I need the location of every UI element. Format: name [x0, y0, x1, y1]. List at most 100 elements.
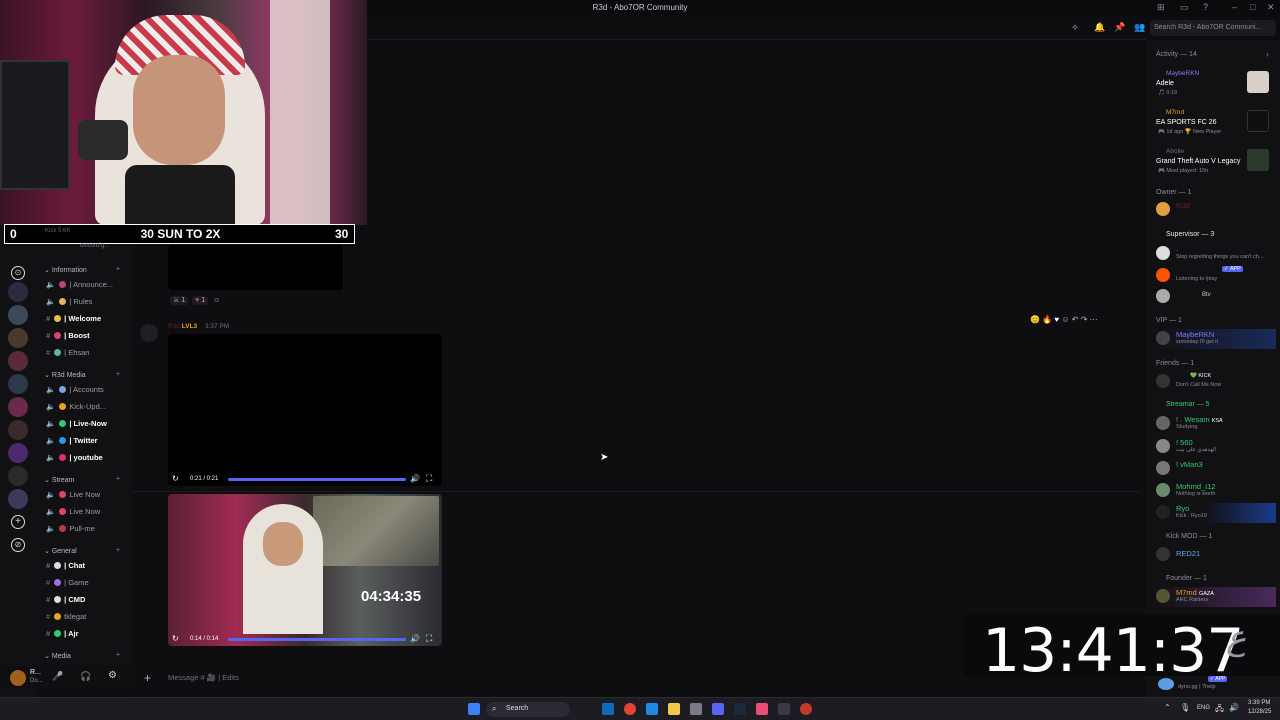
category-stream[interactable]: ⌄ Stream +	[44, 476, 120, 484]
server-icon[interactable]	[8, 282, 28, 302]
taskbar-time[interactable]: 3:39 PM	[1248, 700, 1270, 706]
edge-icon[interactable]	[646, 703, 658, 715]
server-icon[interactable]	[8, 420, 28, 440]
member-row[interactable]: MaybeRKN someday i'll get it	[1156, 329, 1276, 349]
channel-ajr[interactable]: ▸#| Ajr	[46, 629, 128, 641]
microphone-icon[interactable]: 🎤	[52, 671, 63, 682]
bell-icon[interactable]: 🔔	[1094, 22, 1105, 33]
member-row[interactable]: R3d	[1156, 200, 1276, 220]
add-reaction-icon[interactable]: ☺	[213, 297, 220, 304]
forward-icon[interactable]: ↷	[1081, 315, 1088, 324]
store-icon[interactable]	[690, 703, 702, 715]
taskbar-search[interactable]: ⌕ Search	[486, 702, 570, 717]
reply-icon[interactable]: ↶	[1072, 315, 1079, 324]
author-name[interactable]: R3d	[168, 323, 180, 330]
channel-tklegat[interactable]: # tklegat	[46, 612, 128, 624]
folder-icon[interactable]	[668, 703, 680, 715]
add-reaction-icon[interactable]: ☺	[1061, 315, 1069, 324]
pin-icon[interactable]: 📌	[1114, 22, 1125, 33]
server-icon[interactable]	[8, 351, 28, 371]
server-icon[interactable]	[8, 328, 28, 348]
video-player[interactable]	[168, 334, 442, 486]
video-progress-bar[interactable]	[228, 478, 406, 481]
heart-icon[interactable]: ♥	[1054, 315, 1059, 324]
help-icon[interactable]: ?	[1203, 2, 1208, 12]
member-row[interactable]: ✓ APP Listening to /play	[1156, 266, 1276, 286]
steam-icon[interactable]	[734, 703, 746, 715]
network-icon[interactable]: 🖧	[1215, 703, 1224, 717]
minimize-icon[interactable]: –	[1232, 2, 1237, 12]
member-row[interactable]: · Stop regretting things you can't ch...	[1156, 244, 1276, 264]
member-row[interactable]: Btv	[1156, 287, 1276, 307]
member-row[interactable]: RED21	[1156, 545, 1276, 565]
channel-youtube[interactable]: ▸🔈| youtube	[46, 453, 128, 465]
add-attachment-icon[interactable]: +	[144, 671, 151, 685]
previous-video[interactable]	[168, 245, 343, 290]
channel-welcome[interactable]: ▸#| Welcome	[46, 314, 128, 326]
search-input[interactable]: Search R3d - Abo7OR Communi...	[1150, 20, 1276, 36]
member-row[interactable]: M7md GAZA ARC Raiders	[1156, 587, 1276, 607]
video-player[interactable]	[168, 494, 442, 646]
taskbar-date[interactable]: 12/28/25	[1248, 709, 1271, 715]
member-row[interactable]: ! 560 الهدهدي على بيت	[1156, 437, 1276, 457]
member-row[interactable]: Ryo Kick : Ryo19	[1156, 503, 1276, 523]
obs-icon[interactable]	[800, 703, 812, 715]
channel-ehsan[interactable]: # | Ehsan	[46, 348, 128, 360]
avatar[interactable]	[10, 670, 26, 686]
server-icon[interactable]	[8, 443, 28, 463]
chevron-up-icon[interactable]: ⌃	[1164, 703, 1171, 712]
activity-user[interactable]: M7md	[1166, 109, 1184, 116]
app-icon[interactable]	[778, 703, 790, 715]
discord-icon[interactable]	[712, 703, 724, 715]
reaction-chip[interactable]: ♥ 1	[192, 296, 209, 305]
category-media[interactable]: ⌄ Media +	[44, 652, 120, 660]
fullscreen-icon[interactable]: ⛶	[426, 473, 432, 484]
windows-start-icon[interactable]	[468, 703, 480, 715]
channel-live-now-2[interactable]: 🔈 Live Now	[46, 507, 128, 519]
settings-gear-icon[interactable]: ⚙	[108, 670, 117, 681]
copilot-icon[interactable]	[602, 703, 614, 715]
screen-icon[interactable]: ▭	[1180, 2, 1189, 13]
member-row[interactable]: ! . Wesam KSA Studying	[1156, 414, 1276, 434]
threads-icon[interactable]: ⟡	[1072, 22, 1078, 33]
chevron-right-icon[interactable]: ›	[1266, 50, 1269, 59]
app-icon[interactable]	[756, 703, 768, 715]
channel-live-now-1[interactable]: 🔈 Live Now	[46, 490, 128, 502]
headphones-icon[interactable]: 🎧	[80, 671, 91, 682]
emoji-icon[interactable]: 😊	[1030, 315, 1040, 324]
reaction-chip[interactable]: ⚔ 1	[170, 296, 189, 305]
replay-icon[interactable]: ↻	[172, 474, 179, 483]
server-icon[interactable]	[8, 374, 28, 394]
discover-icon[interactable]: ⊘	[11, 538, 25, 552]
fullscreen-icon[interactable]: ⛶	[426, 633, 432, 644]
channel-live-now[interactable]: ▸🔈| Live-Now	[46, 419, 128, 431]
category-information[interactable]: ⌄ Information +	[44, 266, 120, 274]
activity-user[interactable]: MaybeRKN	[1166, 70, 1199, 77]
members-icon[interactable]: 👥	[1134, 22, 1145, 33]
channel-pull-me[interactable]: 🔈 Pull-me	[46, 524, 128, 536]
server-icon[interactable]	[8, 466, 28, 486]
channel-accounts[interactable]: 🔈 | Accounts	[46, 385, 128, 397]
volume-icon[interactable]: 🔊	[410, 474, 420, 483]
avatar[interactable]	[140, 324, 158, 342]
more-icon[interactable]: ⋯	[1090, 315, 1098, 324]
add-server-icon[interactable]: +	[11, 515, 25, 529]
server-icon[interactable]	[8, 489, 28, 509]
channel-twitter[interactable]: ▸🔈| Twitter	[46, 436, 128, 448]
fire-icon[interactable]: 🔥	[1042, 315, 1052, 324]
close-icon[interactable]: ✕	[1267, 2, 1275, 13]
chrome-icon[interactable]	[624, 703, 636, 715]
server-icon[interactable]	[8, 397, 28, 417]
home-icon[interactable]: ⊙	[11, 266, 25, 280]
channel-game[interactable]: # | Game	[46, 578, 128, 590]
activity-user[interactable]: Abolie	[1166, 148, 1184, 155]
member-row[interactable]: Mohmd_I12 Nothing is worth	[1156, 481, 1276, 501]
maximize-icon[interactable]: □	[1250, 2, 1255, 12]
category-general[interactable]: ⌄ General +	[44, 547, 120, 555]
language-indicator[interactable]: ENG	[1197, 705, 1210, 711]
inbox-icon[interactable]: ⊞	[1157, 2, 1165, 13]
channel-rules[interactable]: 🔈 | Rules	[46, 297, 128, 309]
volume-icon[interactable]: 🔊	[410, 634, 420, 643]
video-progress-bar[interactable]	[228, 638, 406, 641]
category-r3d-media[interactable]: ⌄ R3d Media +	[44, 371, 120, 379]
